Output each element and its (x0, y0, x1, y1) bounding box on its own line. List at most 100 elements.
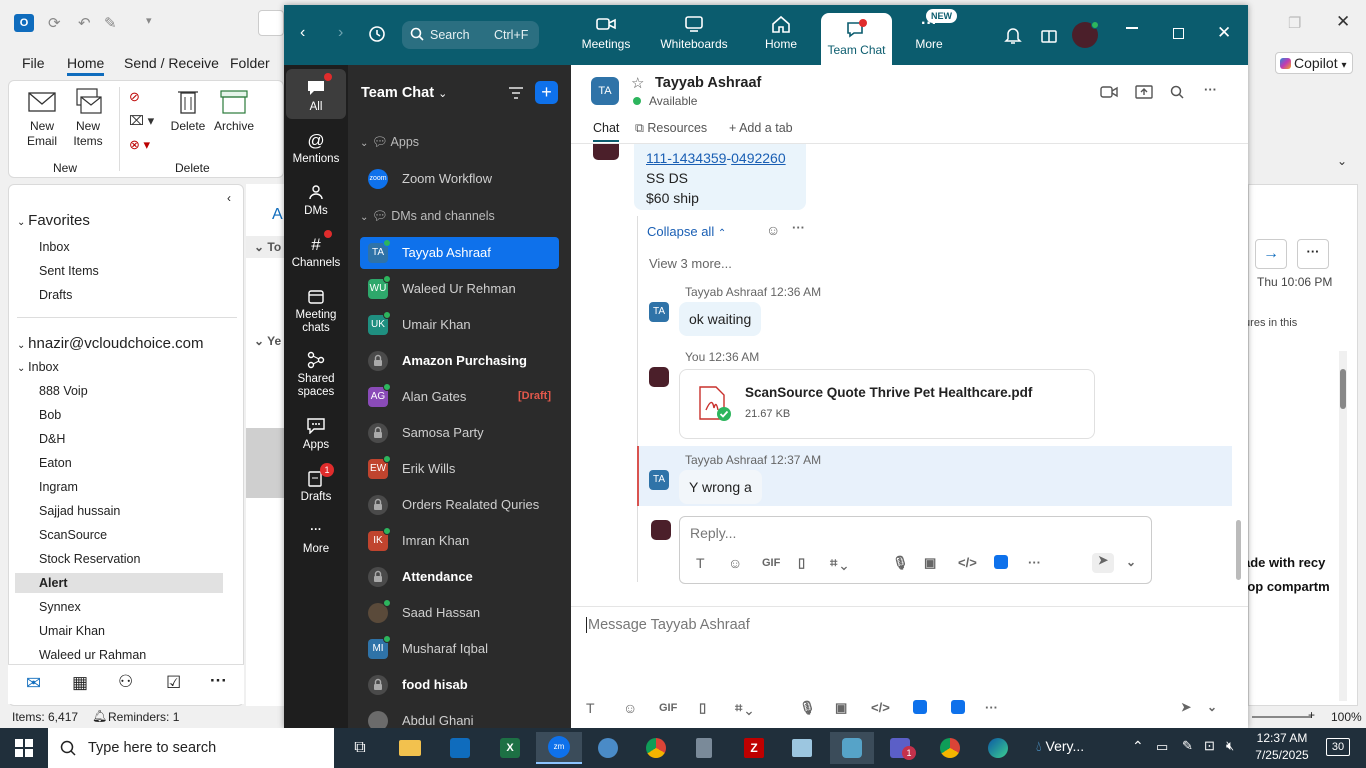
mic-icon[interactable]: 🎙︎ (892, 555, 909, 571)
calculator-icon[interactable] (684, 732, 724, 764)
close-icon[interactable]: ✕ (1336, 12, 1350, 32)
start-button[interactable] (4, 732, 44, 764)
nav-more[interactable]: ··· NEW More (894, 9, 964, 51)
chevron-down-icon[interactable]: ⌄ (1126, 555, 1136, 569)
tasks-icon[interactable]: ☑ (166, 673, 181, 693)
rail-channels[interactable]: # Channels (286, 230, 346, 270)
edge-icon[interactable] (978, 732, 1018, 764)
rail-more[interactable]: ··· More (286, 519, 346, 556)
screenshot-icon[interactable]: ⌗ ⌄ (830, 555, 847, 571)
reply-box[interactable]: Reply... T ☺︎ GIF ▯ ⌗ ⌄ 🎙︎ ▣ </> ··· ➤ ⌄ (679, 516, 1152, 584)
more-icon[interactable]: ··· (1028, 555, 1041, 570)
folder-item[interactable]: Eaton (39, 456, 72, 470)
collapse-all-button[interactable]: Collapse all ⌃ (647, 224, 726, 239)
undo-icon[interactable]: ↶ (78, 14, 91, 32)
list-item[interactable]: TA Tayyab Ashraaf (360, 237, 559, 269)
rail-mentions[interactable]: @ Mentions (286, 129, 346, 166)
share-screen-icon[interactable] (1135, 84, 1153, 100)
minimize-icon[interactable] (1126, 27, 1138, 29)
more-options-icon[interactable]: ··· (792, 220, 805, 235)
new-email-button[interactable]: New Email (21, 87, 63, 149)
clock[interactable]: 12:37 AM 7/25/2025 (1252, 730, 1312, 764)
history-icon[interactable] (368, 25, 386, 43)
screenshot-icon[interactable]: ⌗ ⌄ (735, 700, 752, 716)
list-item[interactable]: MI Musharaf Iqbal (360, 633, 559, 665)
app-icon[interactable] (913, 700, 927, 714)
rail-all[interactable]: All (286, 73, 346, 114)
filter-icon[interactable] (508, 86, 524, 100)
archive-button[interactable]: Archive (211, 87, 257, 134)
nav-meetings[interactable]: Meetings (571, 13, 641, 51)
format-text-icon[interactable]: T (586, 700, 595, 716)
back-icon[interactable]: ‹ (300, 24, 305, 42)
mail-icon[interactable]: ✉ (26, 673, 41, 694)
emoji-icon[interactable]: ☺︎ (623, 700, 637, 716)
rail-shared-spaces[interactable]: Shared spaces (286, 349, 346, 399)
folder-item[interactable]: D&H (39, 432, 65, 446)
folder-item[interactable]: 888 Voip (39, 384, 88, 398)
format-text-icon[interactable]: T (696, 555, 705, 571)
folder-item[interactable]: Bob (39, 408, 61, 422)
copilot-button[interactable]: Copilot ▾ (1275, 52, 1353, 74)
chat-header-name[interactable]: Tayyab Ashraaf (655, 75, 761, 91)
list-title[interactable]: Team Chat ⌄ (361, 85, 447, 101)
chrome-icon[interactable] (636, 732, 676, 764)
list-item[interactable]: Samosa Party (360, 417, 559, 449)
video-clip-icon[interactable]: ▣ (835, 700, 847, 716)
rail-drafts[interactable]: 1 Drafts (286, 463, 346, 504)
file-icon[interactable]: ▯ (798, 555, 805, 571)
collapse-pane-icon[interactable]: ‹ (227, 191, 231, 205)
status-reminders[interactable]: Reminders: 1 (108, 710, 179, 724)
section-dms-header[interactable]: ⌄ 💬︎ DMs and channels (360, 209, 495, 224)
rail-meeting-chats[interactable]: Meeting chats (286, 285, 346, 335)
folder-inbox-fav[interactable]: Inbox (39, 240, 70, 254)
more-actions-button[interactable]: ··· (1297, 239, 1329, 269)
list-item[interactable]: EW Erik Wills (360, 453, 559, 485)
zoom-in-icon[interactable]: + (1308, 708, 1315, 722)
forward-button[interactable]: → (1255, 239, 1287, 269)
chevron-up-icon[interactable]: ⌃ (1132, 738, 1144, 755)
emoji-icon[interactable]: ☺︎ (728, 555, 742, 571)
folder-item[interactable]: Waleed ur Rahman (39, 648, 146, 662)
taskbar-search[interactable]: Type here to search (48, 728, 334, 768)
chat-header-avatar[interactable]: TA (591, 77, 619, 105)
maximize-icon[interactable] (1173, 28, 1184, 39)
people-icon[interactable]: ⚇ (118, 672, 133, 692)
teams-icon[interactable]: 1 (880, 732, 920, 764)
customize-icon[interactable]: ▾ (146, 14, 152, 27)
excel-icon[interactable]: X (490, 732, 530, 764)
view-more-replies[interactable]: View 3 more... (649, 256, 732, 271)
new-items-button[interactable]: New Items (67, 87, 109, 149)
more-apps-icon[interactable]: ··· (210, 671, 227, 691)
collapse-ribbon-icon[interactable]: ⌄ (1337, 154, 1347, 168)
apps-gift-icon[interactable] (1040, 26, 1058, 44)
chevron-down-icon[interactable]: ⌄ (1207, 700, 1217, 714)
folder-item[interactable]: Sajjad hussain (39, 504, 120, 518)
chat-scrollbar[interactable] (1236, 520, 1241, 580)
tab-send-receive[interactable]: Send / Receive (124, 55, 219, 71)
list-item[interactable]: Orders Realated Quries (360, 489, 559, 521)
search-box[interactable]: Search Ctrl+F (402, 21, 539, 49)
gif-button[interactable]: GIF (762, 557, 780, 569)
message-input[interactable]: Message Tayyab Ashraaf (586, 617, 750, 633)
tab-chat[interactable]: Chat (593, 121, 620, 142)
file-explorer-icon[interactable] (390, 732, 430, 764)
app-icon[interactable] (994, 555, 1008, 569)
profile-avatar[interactable] (1072, 21, 1099, 48)
rail-dms[interactable]: DMs (286, 181, 346, 218)
list-item[interactable]: WU Waleed Ur Rehman (360, 273, 559, 305)
battery-icon[interactable]: ▭ (1156, 739, 1168, 755)
zoom-app-icon[interactable]: zm (536, 732, 582, 764)
bell-icon[interactable] (1004, 26, 1022, 44)
folder-inbox[interactable]: ⌄ Inbox (17, 360, 59, 374)
list-item[interactable]: Attendance (360, 561, 559, 593)
chrome-icon-2[interactable] (930, 732, 970, 764)
folder-item[interactable]: Umair Khan (39, 624, 105, 638)
rail-apps[interactable]: Apps (286, 415, 346, 452)
filezilla-icon[interactable]: Z (734, 732, 774, 764)
folder-drafts[interactable]: Drafts (39, 288, 72, 302)
folder-item[interactable]: Ingram (39, 480, 78, 494)
more-icon[interactable]: ··· (985, 700, 998, 715)
sync-icon[interactable]: ⟳ (48, 14, 61, 32)
app-icon[interactable] (830, 732, 874, 764)
